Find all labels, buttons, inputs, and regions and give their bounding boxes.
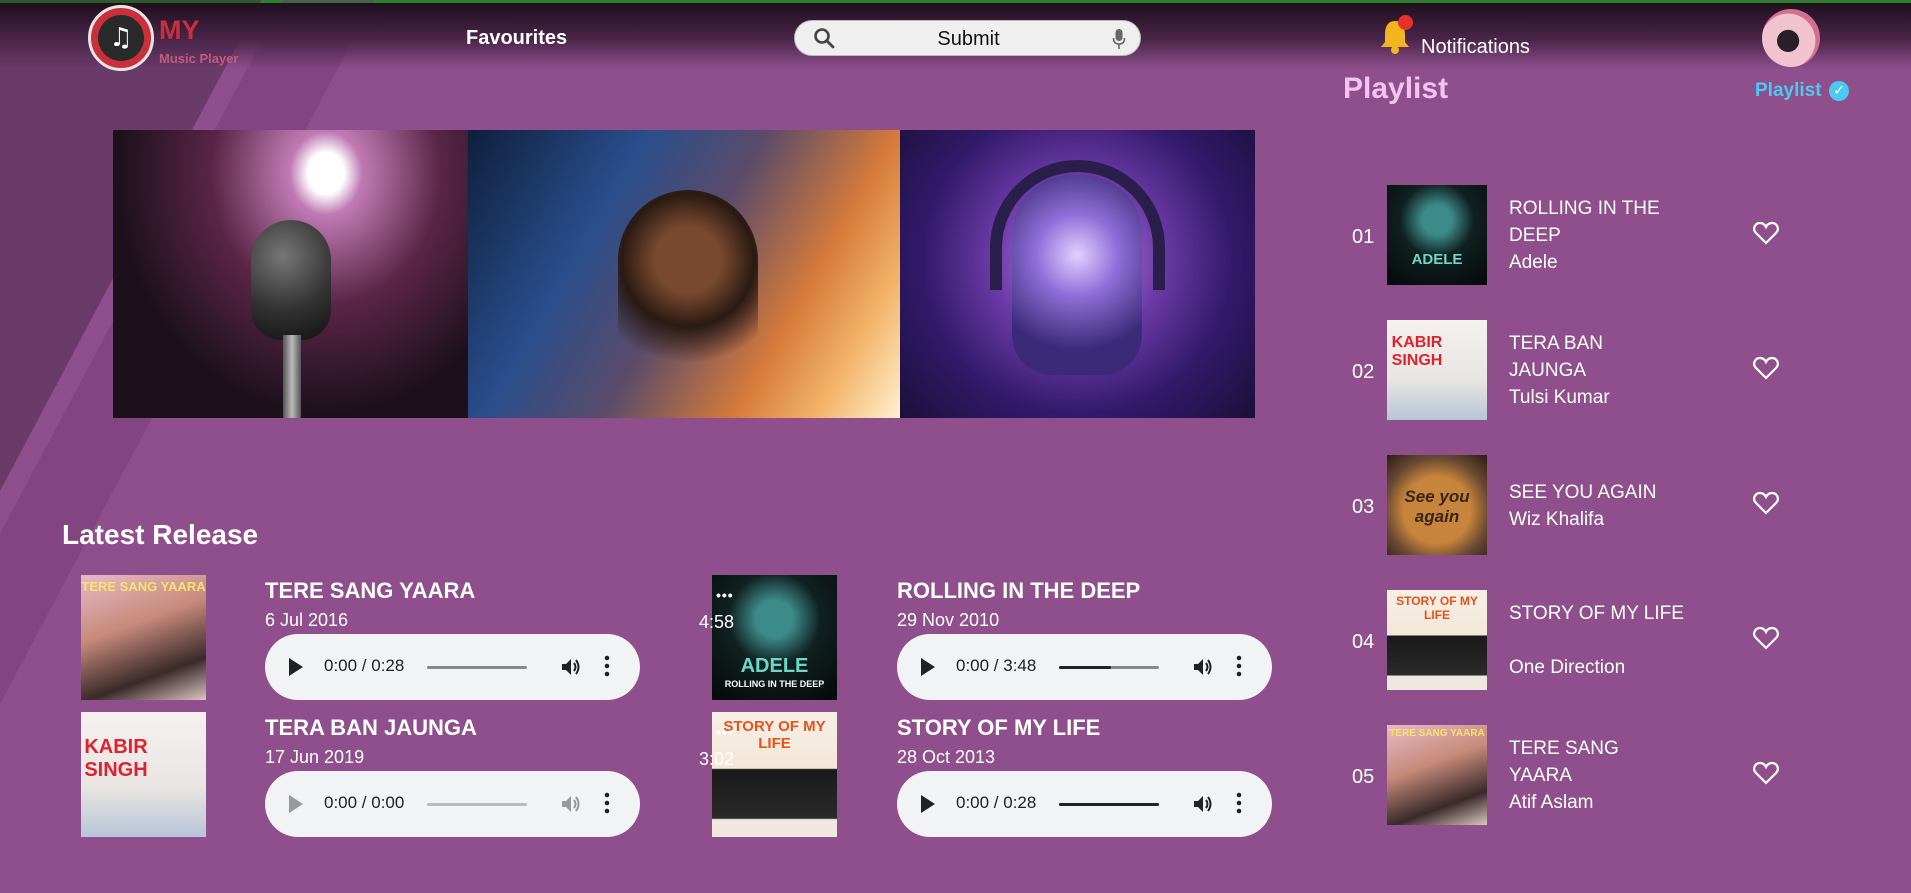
header-bar: ♫ MY Music Player Favourites Submit Noti…	[0, 3, 1911, 71]
audio-player: 0:00 / 0:28	[265, 634, 640, 700]
player-time: 0:00 / 0:28	[324, 656, 405, 675]
playlist-link[interactable]: Playlist	[1755, 80, 1822, 102]
album-cover[interactable]: KABIR SINGH	[81, 712, 206, 837]
playlist-item-title: TERE SANG YAARA	[1509, 738, 1619, 786]
release-date: 29 Nov 2010	[897, 610, 1000, 630]
nav-favourites-link[interactable]: Favourites	[466, 27, 567, 50]
cover-title-text: See you again	[1404, 487, 1470, 526]
audio-player: 0:00 / 0:28	[897, 771, 1272, 837]
cover-title-text: STORY OF MY LIFE	[1396, 594, 1478, 622]
player-time: 0:00 / 0:28	[956, 793, 1037, 812]
play-icon[interactable]	[921, 795, 935, 813]
release-date: 6 Jul 2016	[265, 610, 349, 630]
overlay-dots: •••	[716, 724, 734, 740]
playlist-item-number: 05	[1352, 766, 1375, 788]
seek-slider[interactable]	[1059, 666, 1159, 669]
playlist-item-artist: Adele	[1509, 252, 1558, 273]
play-icon[interactable]	[289, 658, 303, 676]
audio-player: 0:00 / 3:48	[897, 634, 1272, 700]
seek-slider[interactable]	[427, 803, 527, 806]
cover-title-text: KABIR SINGH	[1391, 334, 1443, 369]
play-icon[interactable]	[921, 658, 935, 676]
playlist-item-cover[interactable]: See you again	[1387, 455, 1487, 555]
logo-title: MY	[159, 15, 200, 45]
notifications-link[interactable]: Notifications	[1421, 36, 1530, 59]
playlist-item-artist: One Direction	[1509, 657, 1626, 678]
audio-player: 0:00 / 0:00	[265, 771, 640, 837]
playlist-item-cover[interactable]: TERE SANG YAARA	[1387, 725, 1487, 825]
seek-progress	[1059, 803, 1159, 806]
cover-title-text: ADELE	[1411, 251, 1463, 268]
skull-graphic	[1012, 175, 1142, 375]
microphone-stand-graphic	[283, 335, 301, 418]
music-note-icon: ♫	[98, 15, 144, 61]
logo-subtitle: Music Player	[159, 51, 239, 66]
playlist-item-number: 02	[1352, 361, 1375, 383]
playlist-item-cover[interactable]: ADELE	[1387, 185, 1487, 285]
search-submit-text[interactable]: Submit	[795, 28, 1142, 51]
seek-slider[interactable]	[427, 666, 527, 669]
playlist-item-number: 03	[1352, 496, 1375, 518]
banner-image-singer	[468, 130, 900, 418]
playlist-item-cover[interactable]: STORY OF MY LIFE	[1387, 590, 1487, 690]
hero-banner	[113, 130, 1255, 418]
overlay-dots: •••	[716, 587, 734, 603]
volume-icon[interactable]	[1192, 656, 1214, 678]
search-bar[interactable]: Submit	[794, 20, 1141, 56]
volume-icon[interactable]	[560, 656, 582, 678]
playlist-item-cover[interactable]: KABIR SINGH	[1387, 320, 1487, 420]
player-time: 0:00 / 3:48	[956, 656, 1037, 675]
microphone-icon[interactable]	[1112, 28, 1126, 50]
heart-icon[interactable]	[1753, 761, 1779, 785]
latest-release-heading: Latest Release	[62, 519, 259, 550]
release-title: TERA BAN JAUNGA	[265, 715, 477, 740]
playlist-item-title: SEE YOU AGAIN	[1509, 482, 1657, 503]
release-title: STORY OF MY LIFE	[897, 715, 1101, 740]
more-options-icon[interactable]	[604, 654, 610, 678]
seek-slider[interactable]	[1059, 803, 1159, 806]
playlist-heading: Playlist	[1343, 72, 1449, 105]
notification-badge	[1398, 15, 1413, 30]
playlist-item-number: 04	[1352, 631, 1375, 653]
more-options-icon[interactable]	[1236, 654, 1242, 678]
check-circle-icon[interactable]: ✓	[1829, 81, 1849, 101]
cover-title-text: KABIR SINGH	[84, 736, 148, 781]
playlist-item-artist: Wiz Khalifa	[1509, 509, 1605, 530]
singer-graphic	[618, 190, 758, 390]
overlay-duration: 4:58	[699, 612, 735, 632]
microphone-graphic	[251, 220, 331, 340]
cover-subtitle-text: ROLLING IN THE DEEP	[724, 679, 825, 689]
release-date: 17 Jun 2019	[265, 747, 365, 767]
heart-icon[interactable]	[1753, 626, 1779, 650]
release-title: TERE SANG YAARA	[265, 578, 476, 603]
cover-title-text: TERE SANG YAARA	[1389, 728, 1485, 739]
logo[interactable]: ♫	[88, 5, 154, 71]
play-icon[interactable]	[289, 795, 303, 813]
album-cover[interactable]: TERE SANG YAARA	[81, 575, 206, 700]
heart-icon[interactable]	[1753, 356, 1779, 380]
heart-icon[interactable]	[1753, 221, 1779, 245]
cover-title-text: ADELE	[740, 655, 809, 677]
release-date: 28 Oct 2013	[897, 747, 996, 767]
more-options-icon[interactable]	[604, 791, 610, 815]
banner-image-skull	[900, 130, 1255, 418]
more-options-icon[interactable]	[1236, 791, 1242, 815]
player-time: 0:00 / 0:00	[324, 793, 405, 812]
cover-title-text: TERE SANG YAARA	[81, 579, 206, 594]
volume-icon[interactable]	[560, 793, 582, 815]
release-title: ROLLING IN THE DEEP	[897, 578, 1141, 603]
volume-icon[interactable]	[1192, 793, 1214, 815]
overlay-duration: 3:02	[699, 749, 735, 769]
playlist-item-title: TERA BAN JAUNGA	[1509, 333, 1603, 381]
seek-progress	[1059, 666, 1111, 669]
heart-icon[interactable]	[1753, 491, 1779, 515]
playlist-item-artist: Tulsi Kumar	[1509, 387, 1610, 408]
avatar[interactable]	[1762, 9, 1820, 67]
playlist-item-artist: Atif Aslam	[1509, 792, 1594, 813]
banner-image-microphone	[113, 130, 468, 418]
playlist-item-title: STORY OF MY LIFE	[1509, 603, 1684, 624]
playlist-item-title: ROLLING IN THE DEEP	[1509, 198, 1660, 246]
playlist-item-number: 01	[1352, 226, 1375, 248]
